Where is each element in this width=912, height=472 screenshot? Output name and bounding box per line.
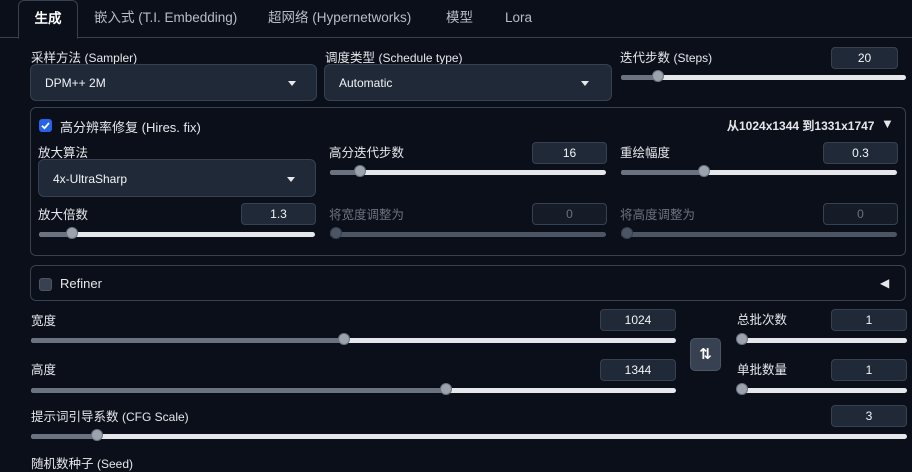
- denoise-slider-handle[interactable]: [697, 165, 710, 177]
- refiner-label: Refiner: [60, 276, 102, 291]
- refiner-panel: [30, 265, 906, 301]
- steps-slider-handle[interactable]: [652, 70, 665, 82]
- schedule-value: Automatic: [339, 76, 393, 90]
- hires-steps-label: 高分迭代步数: [329, 146, 405, 160]
- check-icon: [41, 122, 50, 130]
- schedule-select[interactable]: Automatic: [324, 64, 612, 101]
- batch-count-input[interactable]: 1: [831, 309, 907, 331]
- hires-steps-slider[interactable]: [330, 165, 606, 177]
- upscaler-value: 4x-UltraSharp: [53, 172, 128, 186]
- height-slider-handle[interactable]: [440, 383, 453, 395]
- batch-size-slider-handle[interactable]: [736, 383, 749, 395]
- chevron-down-icon: [581, 81, 589, 86]
- hires-resize-info: 从1024x1344 到1331x1747: [727, 119, 875, 133]
- cfg-slider[interactable]: [31, 429, 907, 441]
- cfg-label: 提示词引导系数 (CFG Scale): [31, 410, 189, 424]
- resize-width-input[interactable]: 0: [532, 203, 607, 225]
- batch-size-label: 单批数量: [737, 363, 788, 377]
- upscale-by-label: 放大倍数: [38, 208, 89, 222]
- height-input[interactable]: 1344: [600, 359, 676, 381]
- upscale-by-slider[interactable]: [39, 227, 315, 239]
- steps-slider[interactable]: [621, 70, 906, 82]
- width-slider[interactable]: [31, 333, 676, 345]
- height-slider[interactable]: [31, 383, 676, 395]
- batch-size-slider[interactable]: [736, 383, 907, 395]
- cfg-input[interactable]: 3: [831, 405, 907, 427]
- swap-dimensions-button[interactable]: ⇅: [690, 338, 721, 371]
- width-input[interactable]: 1024: [600, 309, 676, 331]
- denoise-slider[interactable]: [621, 165, 897, 177]
- sampler-select[interactable]: DPM++ 2M: [30, 64, 317, 101]
- tab-generate[interactable]: 生成: [18, 0, 78, 39]
- hires-fix-label: 高分辨率修复 (Hires. fix): [60, 120, 201, 135]
- cfg-slider-handle[interactable]: [90, 429, 103, 441]
- tab-embedding[interactable]: 嵌入式 (T.I. Embedding): [94, 0, 237, 37]
- resize-height-slider-handle[interactable]: [620, 227, 633, 239]
- chevron-down-icon: [288, 81, 296, 86]
- upscale-by-input[interactable]: 1.3: [241, 203, 316, 225]
- batch-count-slider[interactable]: [736, 333, 907, 345]
- upscale-by-slider-handle[interactable]: [66, 227, 79, 239]
- hires-steps-input[interactable]: 16: [532, 142, 607, 164]
- batch-size-input[interactable]: 1: [831, 359, 907, 381]
- batch-count-slider-handle[interactable]: [736, 333, 749, 345]
- width-slider-handle[interactable]: [337, 333, 350, 345]
- seed-label: 随机数种子 (Seed): [31, 457, 134, 471]
- swap-icon: ⇅: [699, 346, 712, 363]
- denoise-input[interactable]: 0.3: [823, 142, 898, 164]
- width-label: 宽度: [31, 314, 57, 328]
- resize-width-label: 将宽度调整为: [329, 208, 405, 222]
- tab-hypernetworks[interactable]: 超网络 (Hypernetworks): [268, 0, 411, 37]
- batch-count-label: 总批次数: [737, 313, 788, 327]
- tab-bar: 生成 嵌入式 (T.I. Embedding) 超网络 (Hypernetwor…: [0, 0, 912, 39]
- denoise-label: 重绘幅度: [620, 146, 671, 160]
- tab-lora[interactable]: Lora: [505, 0, 532, 37]
- collapse-toggle-icon[interactable]: ◀: [880, 276, 889, 290]
- expand-toggle-icon[interactable]: ▼: [881, 116, 894, 131]
- chevron-down-icon: [287, 177, 295, 182]
- resize-width-slider[interactable]: [329, 227, 606, 239]
- resize-height-input[interactable]: 0: [823, 203, 898, 225]
- sampler-value: DPM++ 2M: [45, 76, 106, 90]
- steps-label: 迭代步数 (Steps): [620, 51, 713, 65]
- tab-models[interactable]: 模型: [446, 0, 473, 37]
- upscaler-select[interactable]: 4x-UltraSharp: [38, 159, 316, 197]
- steps-input[interactable]: 20: [831, 47, 898, 69]
- resize-height-slider[interactable]: [620, 227, 897, 239]
- hires-fix-checkbox[interactable]: [39, 119, 52, 132]
- resize-width-slider-handle[interactable]: [329, 227, 342, 239]
- resize-height-label: 将高度调整为: [620, 208, 696, 222]
- refiner-checkbox[interactable]: [39, 278, 52, 291]
- height-label: 高度: [31, 363, 57, 377]
